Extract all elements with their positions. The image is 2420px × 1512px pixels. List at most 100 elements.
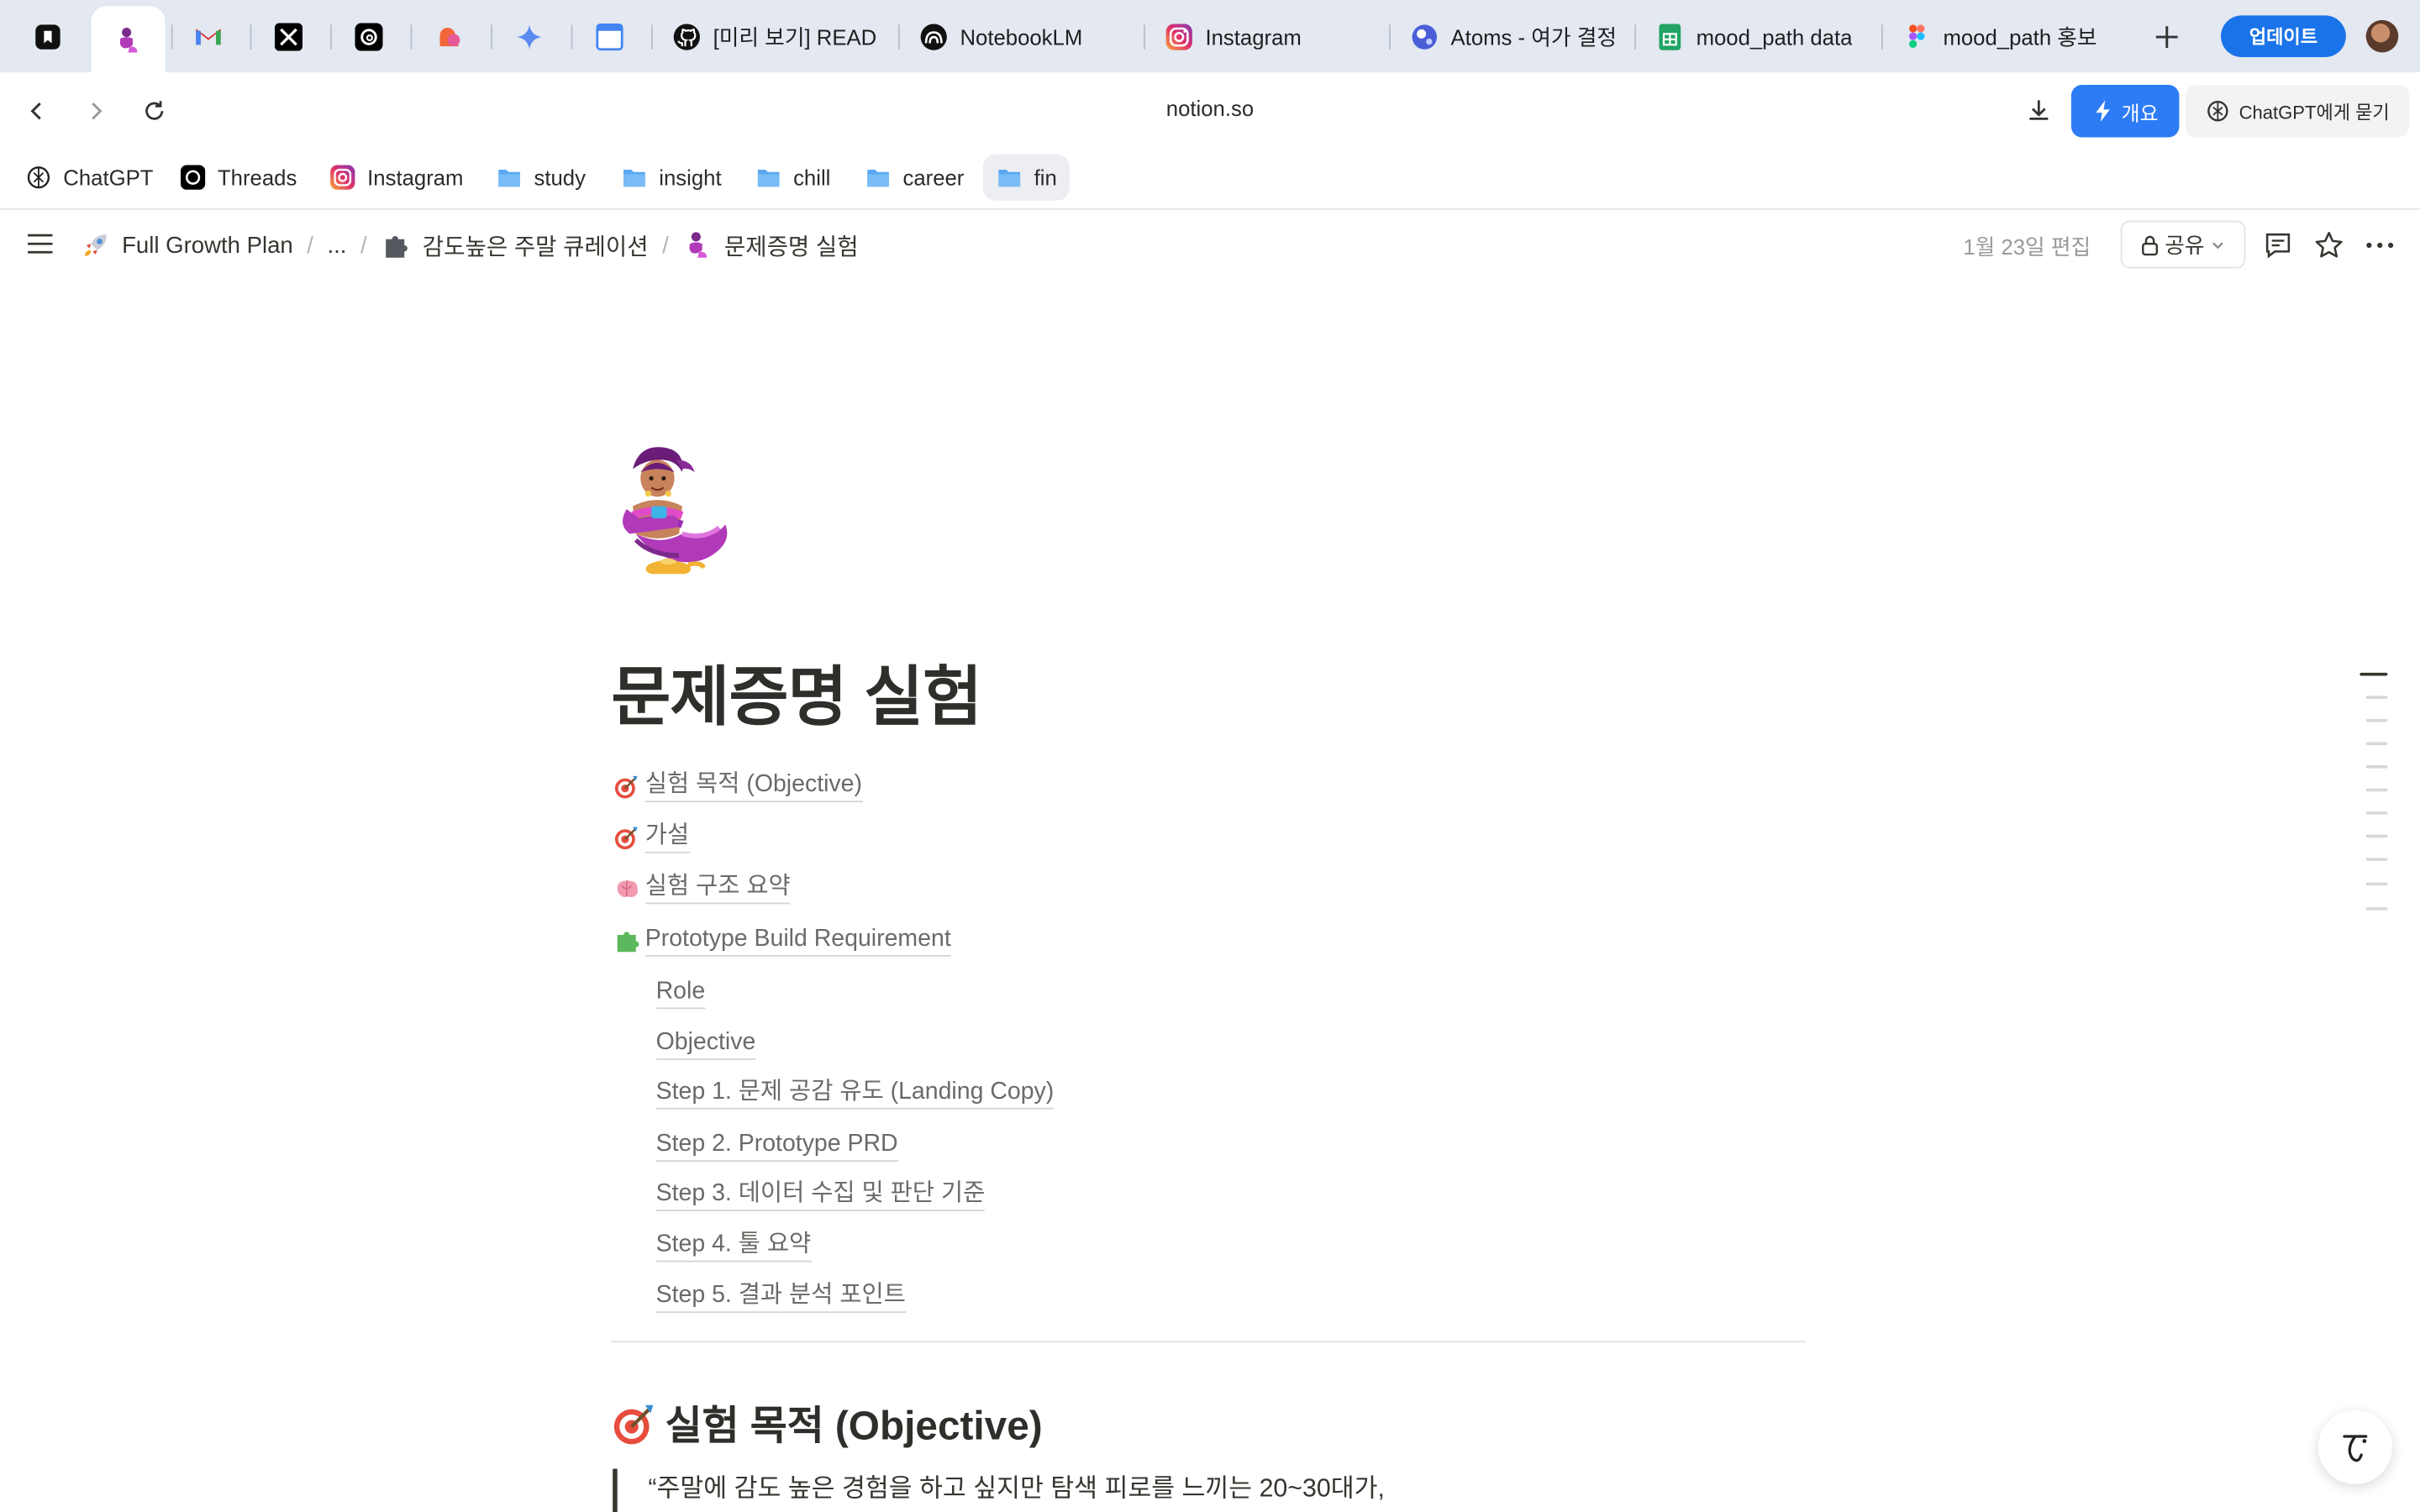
tab-pinned-bookmark-app[interactable] [11, 6, 85, 67]
toc-item-step-2[interactable]: Step 2. Prototype PRD [655, 1129, 898, 1163]
tab-pinned-gmail[interactable] [171, 6, 245, 67]
download-button[interactable] [2020, 91, 2057, 128]
tab-mood-path-promo[interactable]: mood_path 홍보 [1903, 6, 2104, 67]
gmail-icon [194, 24, 222, 51]
tab-strip: [미리 보기] READ NotebookLM Instagram Atoms … [0, 0, 2420, 73]
tab-github-readme[interactable]: [미리 보기] READ [673, 6, 889, 67]
more-options-button[interactable] [2363, 228, 2396, 262]
bookmark-threads[interactable]: Threads [166, 155, 309, 201]
bookmark-folder-career[interactable]: career [852, 155, 976, 201]
breadcrumb-weekend-curation[interactable]: 감도높은 주말 큐레이션 [381, 229, 649, 262]
toc-label: Step 5. 결과 분석 포인트 [655, 1280, 906, 1314]
breadcrumb-label: 감도높은 주말 큐레이션 [422, 234, 649, 260]
breadcrumb-ellipsis[interactable]: ... [327, 232, 346, 258]
toc-item-objective[interactable]: 실험 목적 (Objective) [613, 770, 862, 803]
section-heading-objective[interactable]: 실험 목적 (Objective) [613, 1394, 1043, 1452]
update-button[interactable]: 업데이트 [2221, 15, 2346, 57]
toc-item-step-3[interactable]: Step 3. 데이터 수집 및 판단 기준 [655, 1179, 986, 1211]
lightning-icon [2095, 100, 2109, 123]
tab-title: Instagram [1205, 24, 1302, 50]
breadcrumb-full-growth-plan[interactable]: Full Growth Plan [81, 230, 293, 261]
star-icon [2315, 232, 2343, 258]
profile-avatar[interactable] [2365, 19, 2399, 53]
tab-mood-path-data[interactable]: mood_path data [1656, 6, 1861, 67]
bookmark-folder-fin[interactable]: fin [982, 154, 1070, 201]
target-icon [613, 824, 639, 850]
toc-label: Role [655, 977, 706, 1010]
toc-label: 가설 [644, 821, 690, 853]
ask-chatgpt-label: ChatGPT에게 묻기 [2238, 101, 2390, 123]
x-icon [274, 23, 302, 51]
bookmark-chatgpt[interactable]: ChatGPT [13, 155, 166, 201]
tab-pinned-gemini[interactable] [492, 6, 566, 67]
bookmark-label: ChatGPT [63, 165, 154, 190]
toc-item-structure-summary[interactable]: 실험 구조 요약 [613, 872, 791, 905]
bookmark-folder-insight[interactable]: insight [608, 155, 734, 201]
tab-atoms[interactable]: Atoms - 여가 결정 [1411, 6, 1616, 67]
breadcrumb-label: 문제증명 실험 [723, 234, 859, 260]
threads-icon [355, 23, 383, 51]
browser-toolbar: notion.so 개요 ChatGPT에게 묻기 [0, 72, 2420, 150]
genie-icon[interactable] [614, 438, 738, 580]
folder-icon [865, 164, 892, 192]
tab-pinned-threads[interactable] [332, 6, 406, 67]
toc-item-step-5[interactable]: Step 5. 결과 분석 포인트 [655, 1280, 906, 1314]
quote-block[interactable]: “주말에 감도 높은 경험을 하고 싶지만 탐색 피로를 느끼는 20~30대가… [613, 1468, 1385, 1512]
share-button[interactable]: 공유 [2120, 220, 2246, 269]
genie-icon [682, 230, 713, 261]
bookmark-folder-study[interactable]: study [483, 155, 598, 201]
page-title[interactable]: 문제증명 실험 [611, 645, 982, 739]
summary-button[interactable]: 개요 [2070, 85, 2180, 138]
notion-topbar: Full Growth Plan / ... / 감도높은 주말 큐레이션 / … [0, 211, 2420, 280]
bookmark-folder-chill[interactable]: chill [742, 155, 843, 201]
download-icon [2029, 100, 2049, 120]
toc-item-objective-sub[interactable]: Objective [655, 1027, 756, 1060]
toc-label: Step 2. Prototype PRD [655, 1129, 898, 1163]
notion-ai-icon [2343, 1435, 2368, 1462]
chatgpt-icon [2207, 101, 2228, 122]
notion-ai-button[interactable] [2317, 1410, 2392, 1484]
toc-label: 실험 목적 (Objective) [644, 770, 862, 803]
toc-label: Step 1. 문제 공감 유도 (Landing Copy) [655, 1077, 1055, 1110]
plus-icon [2155, 26, 2178, 48]
notebooklm-icon [920, 24, 948, 51]
comments-button[interactable] [2261, 228, 2295, 262]
tab-title: NotebookLM [960, 24, 1083, 50]
tab-pinned-cloud-app[interactable] [412, 6, 486, 67]
sheets-icon [1656, 24, 1684, 51]
bookmarks-bar: ChatGPT Threads Instagram study insight [0, 150, 2420, 210]
bookmark-label: insight [659, 165, 722, 190]
toc-label: Step 4. 툴 요약 [655, 1230, 812, 1263]
tab-title: mood_path 홍보 [1943, 24, 2097, 50]
toc-item-hypothesis[interactable]: 가설 [613, 821, 690, 853]
tab-pinned-notion-active[interactable] [91, 6, 166, 73]
bookmark-label: study [534, 165, 586, 190]
new-tab-button[interactable] [2149, 18, 2186, 55]
breadcrumb-current-page[interactable]: 문제증명 실험 [682, 229, 859, 262]
rocket-icon [81, 230, 112, 261]
toc-item-step-4[interactable]: Step 4. 툴 요약 [655, 1230, 812, 1263]
bookmark-instagram[interactable]: Instagram [317, 155, 476, 201]
toc-item-step-1[interactable]: Step 1. 문제 공감 유도 (Landing Copy) [655, 1077, 1055, 1110]
chevron-down-icon [2212, 241, 2224, 249]
sidebar-menu-button[interactable] [26, 233, 54, 255]
bookmark-label: chill [793, 165, 831, 190]
figma-icon [1903, 24, 1931, 51]
tab-notebooklm[interactable]: NotebookLM [920, 6, 1136, 67]
genie-icon [114, 25, 142, 53]
toc-item-prototype-requirement[interactable]: Prototype Build Requirement [613, 924, 951, 957]
bookmark-app-icon [34, 24, 61, 51]
tab-instagram[interactable]: Instagram [1165, 6, 1381, 67]
tab-pinned-calendar[interactable] [572, 6, 646, 67]
ask-chatgpt-button[interactable]: ChatGPT에게 묻기 [2185, 85, 2410, 138]
tab-pinned-x[interactable] [251, 6, 325, 67]
last-edited: 1월 23일 편집 [1963, 234, 2091, 260]
instagram-icon [329, 164, 356, 192]
bookmark-label: Threads [217, 165, 297, 190]
chatgpt-icon [24, 164, 52, 192]
favorite-button[interactable] [2312, 228, 2345, 262]
bookmark-label: Instagram [367, 165, 464, 190]
bookmark-label: fin [1034, 165, 1057, 190]
divider [611, 1341, 1806, 1342]
toc-item-role[interactable]: Role [655, 977, 706, 1010]
